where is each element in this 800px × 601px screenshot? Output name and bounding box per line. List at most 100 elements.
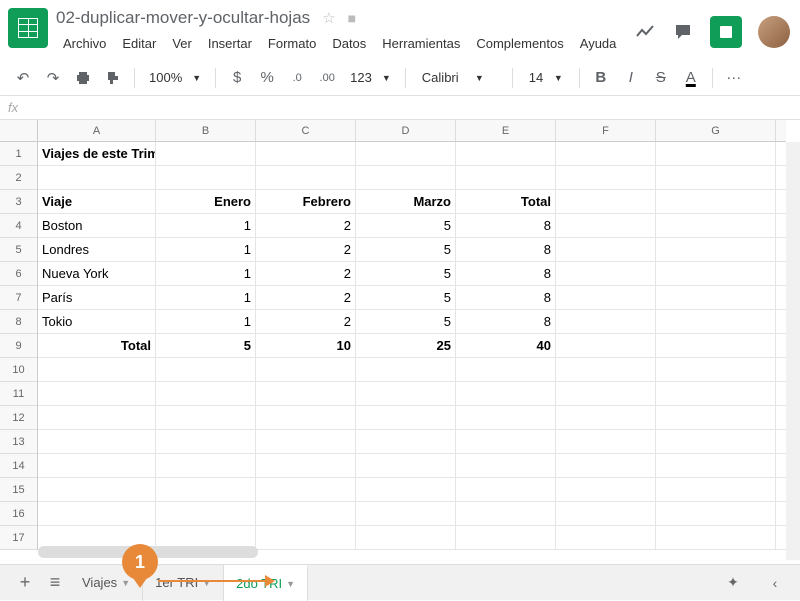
row-header[interactable]: 8: [0, 310, 37, 334]
cell[interactable]: [356, 382, 456, 405]
cell[interactable]: [456, 358, 556, 381]
menu-formato[interactable]: Formato: [261, 33, 323, 54]
cell[interactable]: [656, 262, 776, 285]
chevron-down-icon[interactable]: ▼: [286, 579, 295, 589]
text-color-button[interactable]: A: [678, 65, 704, 91]
cell[interactable]: [556, 502, 656, 525]
cell[interactable]: [356, 526, 456, 549]
cell[interactable]: 2: [256, 286, 356, 309]
cell[interactable]: [356, 454, 456, 477]
cell[interactable]: [256, 142, 356, 165]
cell[interactable]: [456, 142, 556, 165]
cell[interactable]: Nueva York: [38, 262, 156, 285]
dec-increase-button[interactable]: .00: [314, 65, 340, 91]
cell[interactable]: [156, 502, 256, 525]
cell[interactable]: [38, 454, 156, 477]
more-button[interactable]: ···: [721, 65, 747, 91]
cell[interactable]: Viajes de este Trimestre: [38, 142, 156, 165]
menu-insertar[interactable]: Insertar: [201, 33, 259, 54]
row-header[interactable]: 17: [0, 526, 37, 550]
cell[interactable]: 5: [156, 334, 256, 357]
activity-icon[interactable]: [634, 21, 656, 43]
cell[interactable]: [456, 526, 556, 549]
cell[interactable]: [356, 166, 456, 189]
undo-button[interactable]: ↶: [10, 65, 36, 91]
cell[interactable]: 5: [356, 286, 456, 309]
cell[interactable]: [256, 454, 356, 477]
cell[interactable]: [656, 238, 776, 261]
cell[interactable]: 2: [256, 238, 356, 261]
cell[interactable]: Marzo: [356, 190, 456, 213]
avatar[interactable]: [758, 16, 790, 48]
cell[interactable]: [556, 286, 656, 309]
row-header[interactable]: 10: [0, 358, 37, 382]
cell[interactable]: [556, 406, 656, 429]
print-button[interactable]: [70, 65, 96, 91]
cell[interactable]: [556, 430, 656, 453]
cell[interactable]: 40: [456, 334, 556, 357]
chevron-down-icon[interactable]: ▼: [202, 578, 211, 588]
cell[interactable]: [156, 142, 256, 165]
cell[interactable]: 5: [356, 310, 456, 333]
cell[interactable]: Londres: [38, 238, 156, 261]
cell[interactable]: 8: [456, 286, 556, 309]
cell[interactable]: [656, 166, 776, 189]
cell[interactable]: 2: [256, 310, 356, 333]
cell[interactable]: [556, 454, 656, 477]
cell[interactable]: [38, 382, 156, 405]
dec-decrease-button[interactable]: .0: [284, 65, 310, 91]
cell[interactable]: 8: [456, 262, 556, 285]
cell[interactable]: [656, 214, 776, 237]
cell[interactable]: [656, 526, 776, 549]
col-header[interactable]: C: [256, 120, 356, 141]
doc-title[interactable]: 02-duplicar-mover-y-ocultar-hojas: [56, 8, 310, 28]
row-header[interactable]: 7: [0, 286, 37, 310]
format-select[interactable]: 123▼: [344, 70, 397, 85]
menu-complementos[interactable]: Complementos: [469, 33, 570, 54]
cell[interactable]: 5: [356, 214, 456, 237]
row-header[interactable]: 5: [0, 238, 37, 262]
row-header[interactable]: 2: [0, 166, 37, 190]
cell[interactable]: 5: [356, 262, 456, 285]
menu-editar[interactable]: Editar: [115, 33, 163, 54]
cell[interactable]: [456, 478, 556, 501]
cell[interactable]: [656, 358, 776, 381]
cell[interactable]: [156, 382, 256, 405]
cell[interactable]: [256, 166, 356, 189]
all-sheets-button[interactable]: ≡: [40, 568, 70, 598]
cell[interactable]: 1: [156, 214, 256, 237]
cell[interactable]: [256, 406, 356, 429]
col-header[interactable]: F: [556, 120, 656, 141]
menu-ver[interactable]: Ver: [165, 33, 199, 54]
cell[interactable]: [556, 310, 656, 333]
cell[interactable]: [256, 430, 356, 453]
row-header[interactable]: 16: [0, 502, 37, 526]
row-header[interactable]: 11: [0, 382, 37, 406]
paint-format-button[interactable]: [100, 65, 126, 91]
row-header[interactable]: 6: [0, 262, 37, 286]
cell[interactable]: [356, 406, 456, 429]
cell[interactable]: [656, 310, 776, 333]
cell[interactable]: [356, 358, 456, 381]
cell[interactable]: [156, 454, 256, 477]
font-size-select[interactable]: 14▼: [521, 70, 571, 85]
row-header[interactable]: 3: [0, 190, 37, 214]
row-header[interactable]: 9: [0, 334, 37, 358]
cell[interactable]: 25: [356, 334, 456, 357]
collapse-button[interactable]: ‹: [760, 568, 790, 598]
cell[interactable]: [556, 334, 656, 357]
row-header[interactable]: 15: [0, 478, 37, 502]
row-header[interactable]: 13: [0, 430, 37, 454]
cell[interactable]: 1: [156, 262, 256, 285]
cell[interactable]: [556, 190, 656, 213]
row-header[interactable]: 14: [0, 454, 37, 478]
cell[interactable]: [656, 454, 776, 477]
cell[interactable]: [38, 166, 156, 189]
cell[interactable]: [656, 334, 776, 357]
cell[interactable]: Boston: [38, 214, 156, 237]
row-header[interactable]: 1: [0, 142, 37, 166]
menu-archivo[interactable]: Archivo: [56, 33, 113, 54]
strike-button[interactable]: S: [648, 65, 674, 91]
explore-button[interactable]: ✦: [718, 568, 748, 598]
cell[interactable]: [556, 478, 656, 501]
